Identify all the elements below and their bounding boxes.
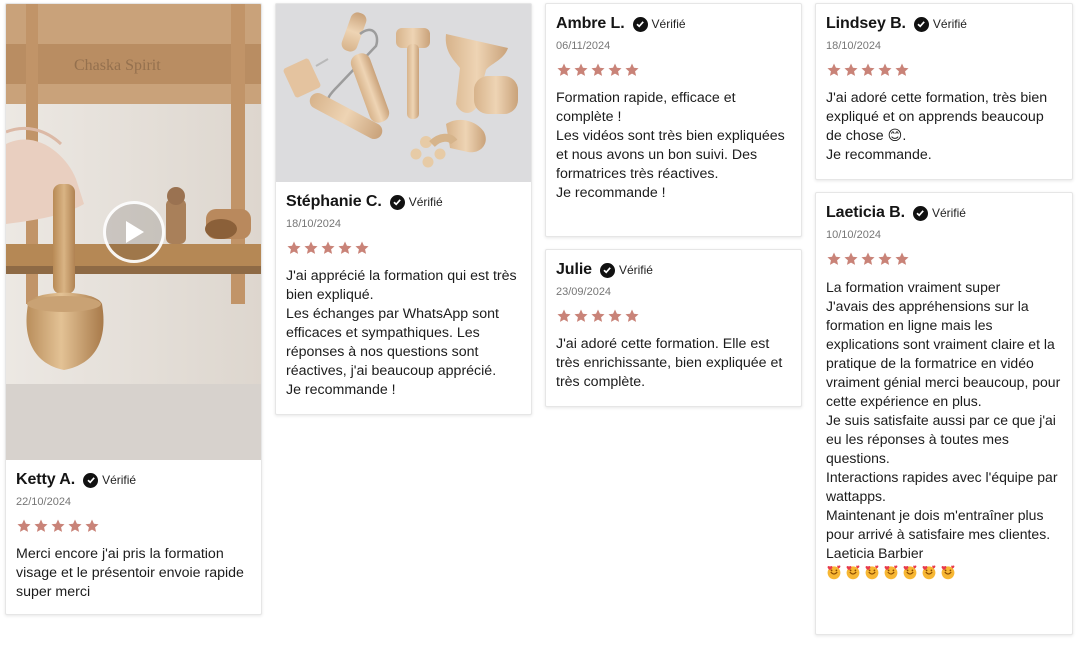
- star-icon: [17, 519, 31, 532]
- verified-check-icon: [83, 472, 99, 488]
- emoji-row: [826, 564, 1062, 580]
- star-icon: [625, 63, 639, 76]
- star-icon: [625, 309, 639, 322]
- verified-label: Vérifié: [932, 17, 967, 31]
- hearts-face-emoji-icon: [922, 565, 936, 580]
- star-icon: [878, 63, 892, 76]
- star-icon: [321, 241, 335, 254]
- star-icon: [85, 519, 99, 532]
- verified-check-icon: [912, 205, 928, 221]
- hearts-face-emoji-icon: [846, 565, 860, 580]
- product-photo: [276, 4, 531, 182]
- review-card: Ambre L. Vérifié 06/11/2024 Formation ra…: [545, 3, 802, 237]
- star-rating: [826, 251, 1062, 267]
- review-text: Merci encore j'ai pris la formation visa…: [16, 546, 244, 600]
- star-rating: [16, 518, 251, 534]
- hearts-face-emoji-icon: [903, 565, 917, 580]
- star-rating: [556, 308, 791, 324]
- review-date: 06/11/2024: [556, 40, 611, 52]
- review-date: 18/10/2024: [826, 40, 882, 52]
- reviewer-name: Ambre L.: [556, 15, 625, 32]
- review-text: La formation vraiment super J'avais des …: [826, 279, 1061, 561]
- star-icon: [557, 309, 571, 322]
- star-icon: [68, 519, 82, 532]
- star-icon: [844, 63, 858, 76]
- reviewer-name: Stéphanie C.: [286, 193, 382, 210]
- star-rating: [556, 62, 791, 78]
- review-date: 18/10/2024: [286, 218, 342, 230]
- review-date: 22/10/2024: [16, 496, 72, 508]
- verified-check-icon: [389, 194, 405, 210]
- play-button[interactable]: [103, 201, 165, 263]
- review-card: Julie Vérifié 23/09/2024 J'ai adoré cett…: [545, 249, 802, 407]
- star-icon: [338, 241, 352, 254]
- star-icon: [591, 63, 605, 76]
- star-icon: [355, 241, 369, 254]
- star-icon: [591, 309, 605, 322]
- star-icon: [895, 63, 909, 76]
- star-icon: [557, 63, 571, 76]
- star-icon: [827, 63, 841, 76]
- star-icon: [304, 241, 318, 254]
- star-icon: [861, 63, 875, 76]
- verified-label: Vérifié: [931, 206, 966, 220]
- reviewer-name: Laeticia B.: [826, 204, 905, 221]
- star-rating: [286, 240, 521, 256]
- hearts-face-emoji-icon: [884, 565, 898, 580]
- verified-label: Vérifié: [651, 17, 686, 31]
- star-icon: [608, 309, 622, 322]
- star-icon: [895, 252, 909, 265]
- verified-label: Vérifié: [618, 263, 653, 277]
- star-icon: [287, 241, 301, 254]
- review-card: Laeticia B. Vérifié 10/10/2024 La format…: [815, 192, 1073, 635]
- hearts-face-emoji-icon: [827, 565, 841, 580]
- star-icon: [34, 519, 48, 532]
- play-icon: [126, 221, 144, 243]
- reviewer-name: Lindsey B.: [826, 15, 906, 32]
- star-icon: [574, 63, 588, 76]
- watermark-logo: Chaska Spirit: [74, 57, 161, 74]
- review-text: J'ai adoré cette formation. Elle est trè…: [556, 336, 783, 390]
- review-text: Formation rapide, efficace et complète !…: [556, 90, 785, 201]
- reviewer-name: Ketty A.: [16, 471, 76, 488]
- star-icon: [844, 252, 858, 265]
- review-photo[interactable]: [276, 4, 531, 182]
- review-card: Chaska Spirit Ketty A. Vérifié 22/10/202…: [5, 3, 262, 615]
- hearts-face-emoji-icon: [865, 565, 879, 580]
- verified-check-icon: [913, 16, 929, 32]
- review-date: 10/10/2024: [826, 229, 882, 241]
- reviewer-name: Julie: [556, 261, 592, 278]
- star-icon: [51, 519, 65, 532]
- hearts-face-emoji-icon: [941, 565, 955, 580]
- review-text: J'ai apprécié la formation qui est très …: [286, 268, 517, 398]
- review-video[interactable]: Chaska Spirit: [6, 4, 261, 460]
- review-text: J'ai adoré cette formation, très bien ex…: [826, 90, 1048, 163]
- star-icon: [861, 252, 875, 265]
- star-icon: [827, 252, 841, 265]
- review-date: 23/09/2024: [556, 286, 612, 298]
- verified-check-icon: [632, 16, 648, 32]
- verified-check-icon: [599, 262, 615, 278]
- review-card: Stéphanie C. Vérifié 18/10/2024 J'ai app…: [275, 3, 532, 415]
- star-icon: [878, 252, 892, 265]
- verified-label: Vérifié: [102, 473, 137, 487]
- review-card: Lindsey B. Vérifié 18/10/2024 J'ai adoré…: [815, 3, 1073, 180]
- star-icon: [608, 63, 622, 76]
- star-rating: [826, 62, 1062, 78]
- star-icon: [574, 309, 588, 322]
- verified-label: Vérifié: [408, 195, 443, 209]
